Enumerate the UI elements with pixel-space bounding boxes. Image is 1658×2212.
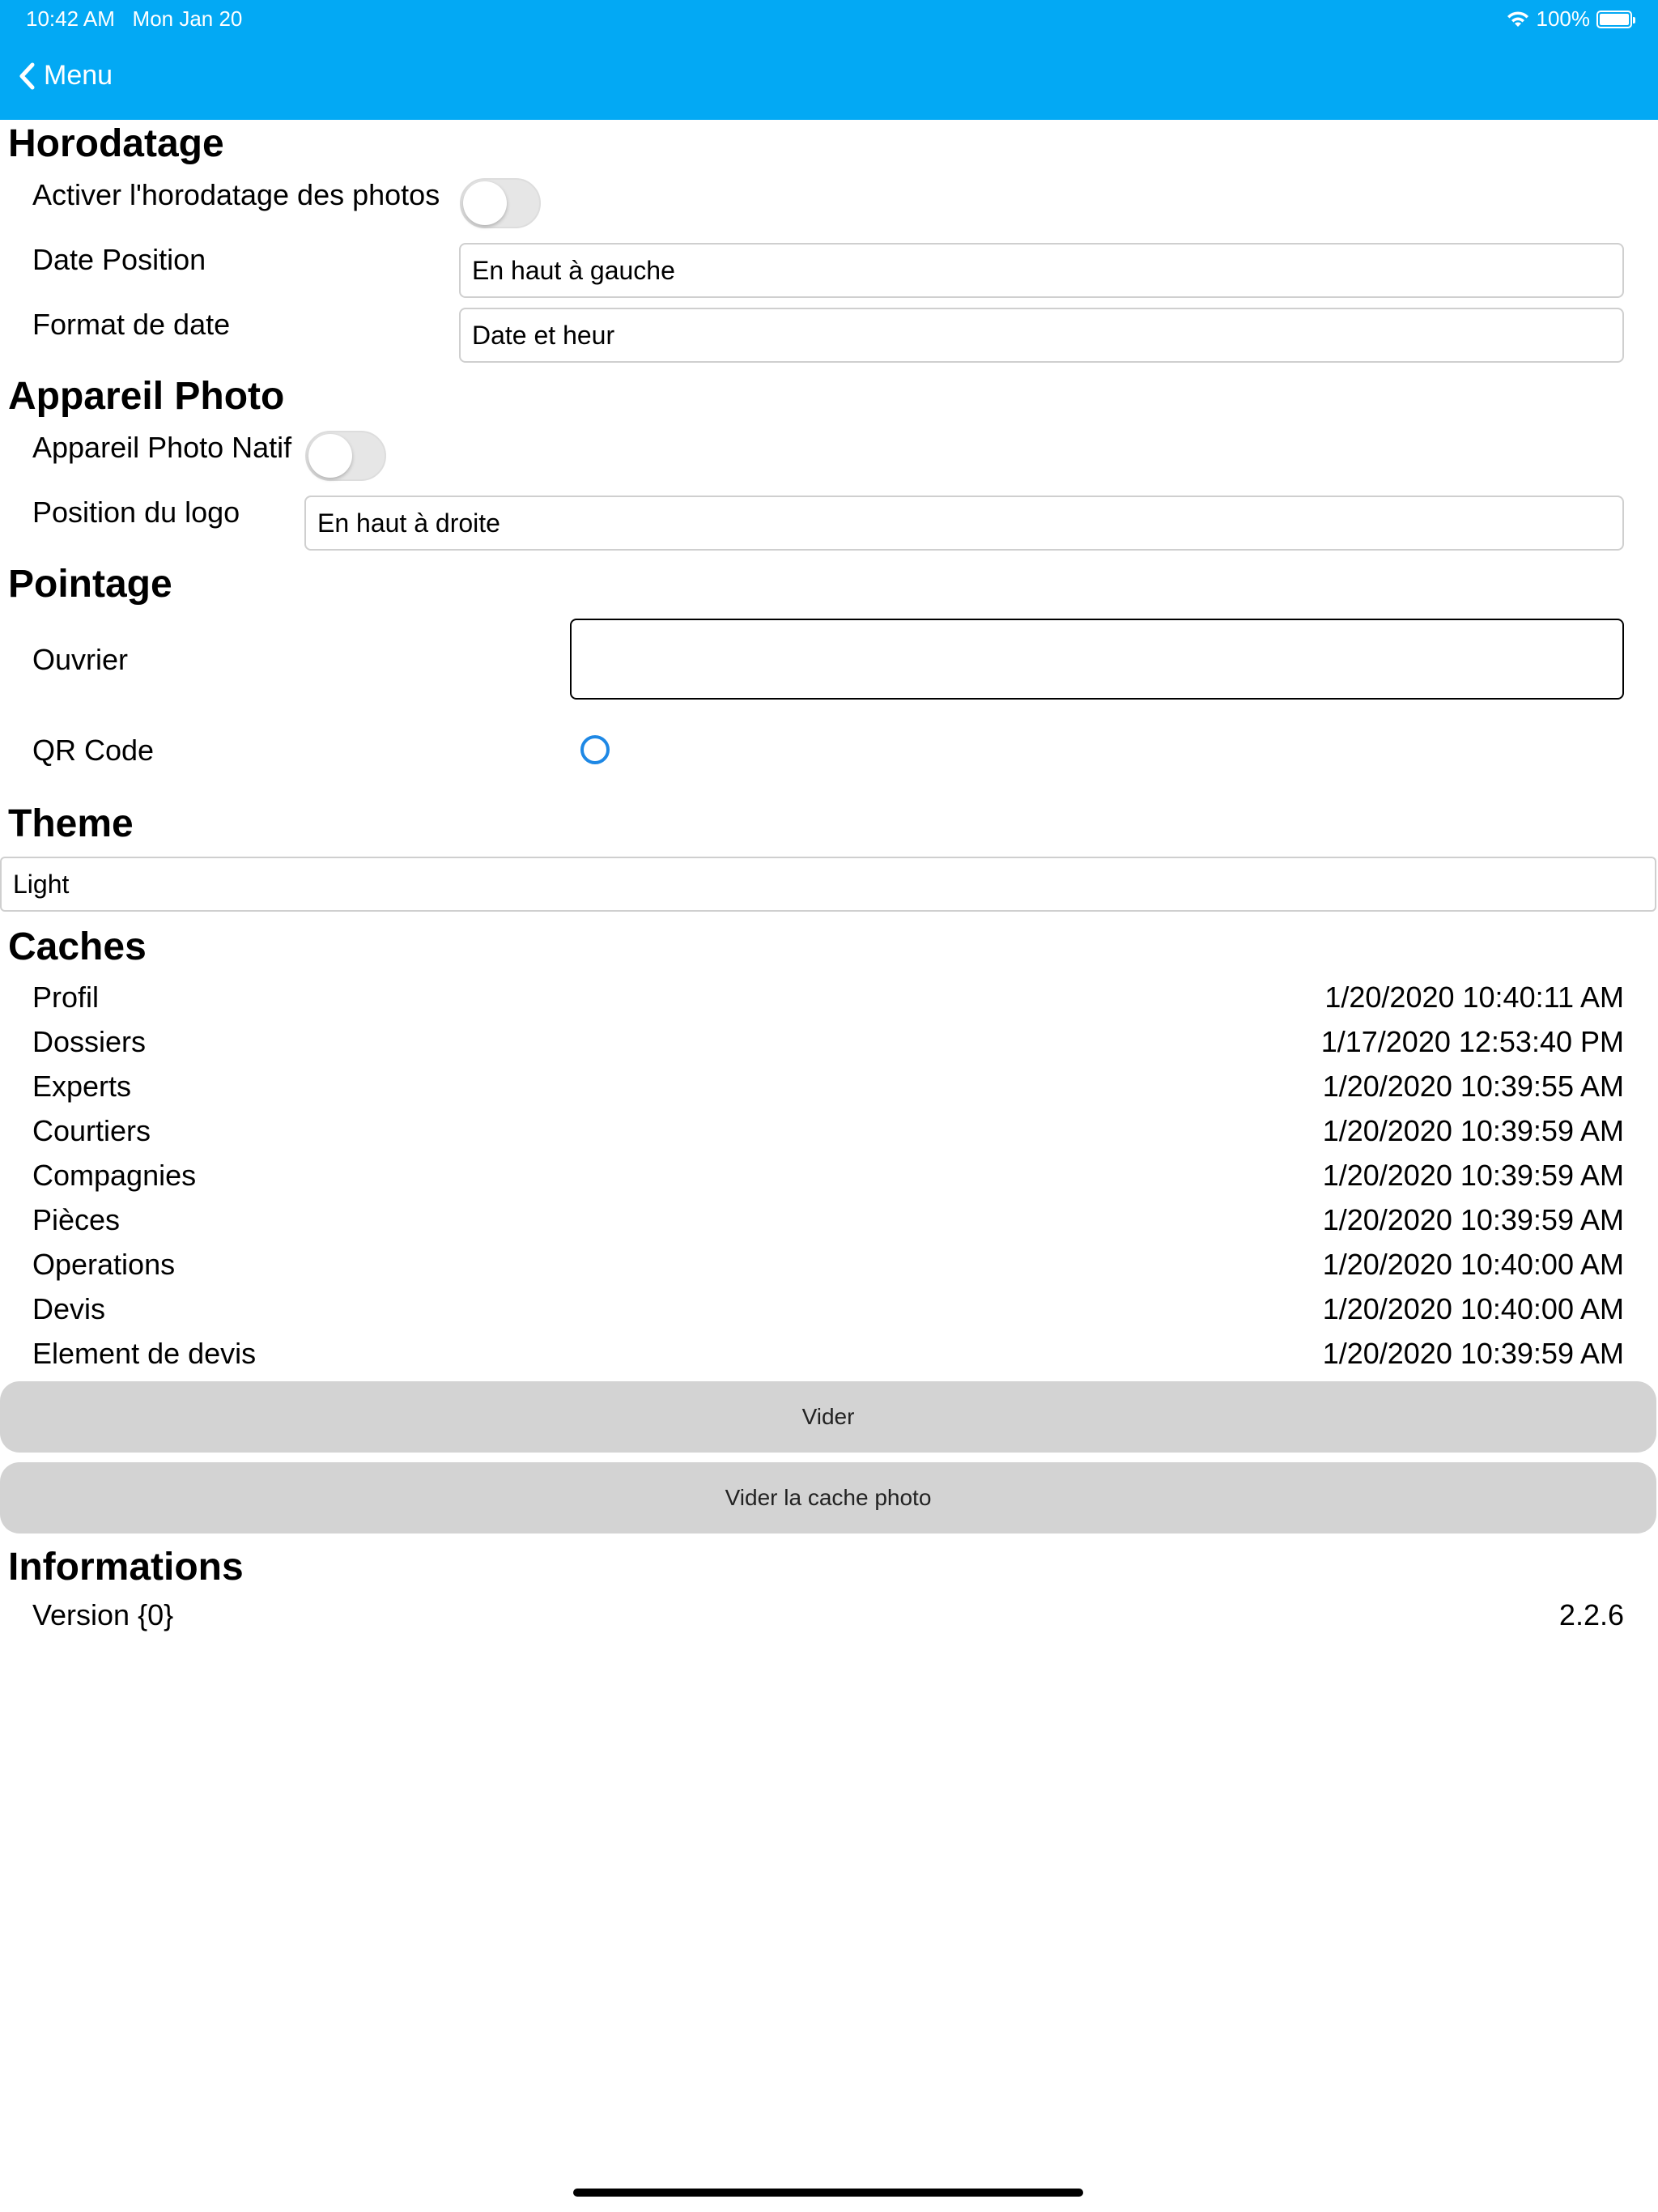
clear-cache-button[interactable]: Vider <box>0 1381 1656 1453</box>
cache-date: 1/20/2020 10:40:11 AM <box>1324 981 1624 1014</box>
date-position-select[interactable]: En haut à gauche <box>459 243 1624 298</box>
battery-icon <box>1596 10 1635 28</box>
status-right: 100% <box>1506 6 1635 32</box>
label-logo-position: Position du logo <box>32 496 240 529</box>
theme-select[interactable]: Light <box>0 857 1656 912</box>
cache-name: Dossiers <box>32 1025 147 1058</box>
version-value: 2.2.6 <box>1558 1598 1624 1631</box>
cache-name: Courtiers <box>32 1114 151 1147</box>
section-title-theme: Theme <box>8 802 134 845</box>
cache-date: 1/20/2020 10:40:00 AM <box>1322 1292 1624 1325</box>
cache-date: 1/20/2020 10:39:59 AM <box>1322 1114 1624 1147</box>
status-time: 10:42 AM Mon Jan 20 <box>26 6 243 31</box>
cache-name: Element de devis <box>32 1337 257 1370</box>
cache-date: 1/20/2020 10:39:59 AM <box>1322 1159 1624 1192</box>
cache-name: Devis <box>32 1292 106 1325</box>
list-item: Compagnies 1/20/2020 10:39:59 AM <box>32 1155 1624 1197</box>
list-item: Courtiers 1/20/2020 10:39:59 AM <box>32 1110 1624 1152</box>
label-worker: Ouvrier <box>32 643 129 676</box>
section-title-pointage: Pointage <box>8 563 172 606</box>
label-date-format: Format de date <box>32 308 231 341</box>
back-label: Menu <box>44 60 113 91</box>
cache-date: 1/20/2020 10:39:59 AM <box>1322 1203 1624 1236</box>
wifi-icon <box>1507 11 1528 27</box>
section-title-camera: Appareil Photo <box>8 375 285 418</box>
worker-input[interactable] <box>570 619 1624 700</box>
cache-date: 1/17/2020 12:53:40 PM <box>1320 1025 1624 1058</box>
label-activate-timestamp: Activer l'horodatage des photos <box>32 178 440 211</box>
home-indicator <box>573 2189 1083 2197</box>
list-item: Pièces 1/20/2020 10:39:59 AM <box>32 1199 1624 1241</box>
section-title-caches: Caches <box>8 925 147 968</box>
cache-date: 1/20/2020 10:40:00 AM <box>1322 1248 1624 1281</box>
cache-name: Experts <box>32 1070 132 1103</box>
clear-photo-cache-button[interactable]: Vider la cache photo <box>0 1462 1656 1534</box>
cache-date: 1/20/2020 10:39:59 AM <box>1322 1337 1624 1370</box>
toggle-activate-timestamp[interactable] <box>460 178 541 228</box>
qrcode-radio[interactable] <box>580 735 610 764</box>
section-title-horodatage: Horodatage <box>8 122 224 165</box>
battery-percent: 100% <box>1536 6 1591 31</box>
section-title-informations: Informations <box>8 1546 244 1589</box>
cache-date: 1/20/2020 10:39:55 AM <box>1322 1070 1624 1103</box>
toggle-knob <box>308 434 352 478</box>
list-item: Profil 1/20/2020 10:40:11 AM <box>32 976 1624 1019</box>
chevron-left-icon <box>19 62 35 89</box>
list-item: Experts 1/20/2020 10:39:55 AM <box>32 1066 1624 1108</box>
list-item: Devis 1/20/2020 10:40:00 AM <box>32 1288 1624 1330</box>
toggle-native-camera[interactable] <box>305 431 386 481</box>
cache-name: Profil <box>32 981 100 1014</box>
date-format-select[interactable]: Date et heur <box>459 308 1624 363</box>
back-button[interactable]: Menu <box>18 60 113 91</box>
label-native-camera: Appareil Photo Natif <box>32 431 292 464</box>
list-item: Element de devis 1/20/2020 10:39:59 AM <box>32 1333 1624 1375</box>
list-item: Operations 1/20/2020 10:40:00 AM <box>32 1244 1624 1286</box>
version-row: Version {0} 2.2.6 <box>32 1598 1624 1632</box>
cache-name: Operations <box>32 1248 176 1281</box>
list-item: Dossiers 1/17/2020 12:53:40 PM <box>32 1021 1624 1063</box>
top-bar: 10:42 AM Mon Jan 20 100% Menu <box>0 0 1658 120</box>
logo-position-select[interactable]: En haut à droite <box>304 496 1624 551</box>
toggle-knob <box>463 181 507 225</box>
label-date-position: Date Position <box>32 243 206 276</box>
cache-name: Compagnies <box>32 1159 197 1192</box>
label-qrcode: QR Code <box>32 734 155 767</box>
cache-name: Pièces <box>32 1203 121 1236</box>
settings-page: 10:42 AM Mon Jan 20 100% Menu Horodatage… <box>0 0 1658 2212</box>
version-label: Version {0} <box>32 1598 174 1631</box>
